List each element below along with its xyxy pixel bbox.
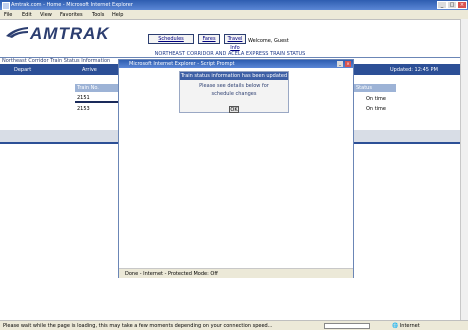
welcome-text: Welcome, Guest [248, 38, 289, 44]
arrive-label: Arrive [82, 67, 97, 73]
status-column-header: Status [354, 84, 396, 92]
dialog-message-box: Train status information has been update… [179, 71, 289, 113]
status-message: Please wait while the page is loading, t… [3, 323, 273, 329]
dialog-title-bar: Microsoft Internet Explorer - Script Pro… [119, 60, 353, 68]
menu-edit[interactable]: Edit [22, 12, 32, 18]
vertical-scrollbar[interactable] [460, 19, 468, 321]
maximize-button[interactable]: □ [447, 1, 457, 9]
dialog-header: Train status information has been update… [180, 72, 288, 80]
travel-info-button[interactable]: Travel Info [224, 34, 246, 51]
window-title-bar: Amtrak.com - Home - Microsoft Internet E… [0, 0, 468, 10]
dialog-line-1: Please see details below for [199, 83, 269, 89]
dialog-title: Microsoft Internet Explorer - Script Pro… [129, 61, 235, 67]
train-cell[interactable]: 2151 [75, 95, 120, 103]
status-cell: On time [366, 106, 386, 112]
status-cell: On time [366, 96, 386, 102]
schedules-button[interactable]: Schedules [148, 34, 194, 44]
menu-help[interactable]: Help [112, 12, 123, 18]
script-prompt-dialog: Microsoft Internet Explorer - Script Pro… [118, 59, 354, 278]
menu-favorites[interactable]: Favorites [60, 12, 83, 18]
depart-label: Depart [14, 67, 32, 73]
progress-bar [324, 323, 370, 329]
dialog-close-button[interactable]: × [345, 61, 351, 67]
security-zone: 🌐 Internet [392, 323, 420, 329]
zone-label: Internet [399, 323, 420, 329]
amtrak-logo-text[interactable]: AMTRAK [30, 24, 110, 44]
menu-view[interactable]: View [40, 12, 52, 18]
window-title: Amtrak.com - Home - Microsoft Internet E… [11, 2, 133, 8]
menu-tools[interactable]: Tools [92, 12, 104, 18]
ok-button[interactable]: OK [229, 106, 239, 113]
amtrak-logo-icon [6, 27, 28, 38]
fares-button[interactable]: Fares [198, 34, 220, 44]
dialog-status-text: Done - Internet - Protected Mode: Off [125, 271, 218, 277]
browser-icon [2, 2, 10, 10]
train-column-header: Train No. [75, 84, 119, 92]
train-cell[interactable]: 2153 [75, 106, 122, 112]
dialog-minimize-button[interactable]: _ [337, 61, 343, 67]
minimize-button[interactable]: _ [437, 1, 447, 9]
dialog-line-2: schedule changes [211, 91, 257, 97]
close-button[interactable]: × [457, 1, 467, 9]
menu-file[interactable]: File [4, 12, 12, 18]
menu-bar: File Edit View Favorites Tools Help [0, 10, 468, 20]
updated-label: Updated: 12:45 PM [390, 67, 438, 73]
dialog-status-bar: Done - Internet - Protected Mode: Off [119, 268, 353, 278]
